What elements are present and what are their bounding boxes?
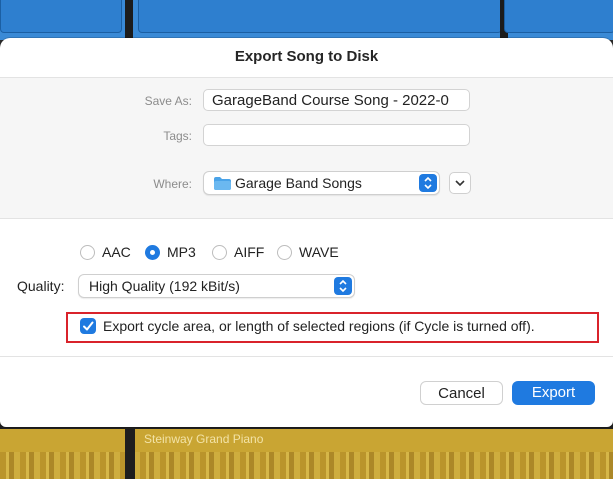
quality-value: High Quality (192 kBit/s) <box>89 278 240 294</box>
track-divider <box>125 0 133 40</box>
cycle-checkbox[interactable] <box>80 318 96 334</box>
quality-label: Quality: <box>17 278 65 294</box>
chevron-up-down-icon <box>419 174 437 192</box>
format-label: WAVE <box>299 244 339 260</box>
dialog-title: Export Song to Disk <box>234 48 379 65</box>
cycle-checkbox-label[interactable]: Export cycle area, or length of selected… <box>103 318 535 334</box>
format-label: AIFF <box>234 244 265 260</box>
save-as-label: Save As: <box>144 94 192 108</box>
audio-region <box>138 0 502 33</box>
chevron-down-icon <box>455 180 465 187</box>
export-button[interactable]: Export <box>512 381 595 405</box>
tags-field[interactable] <box>203 124 470 146</box>
divider <box>0 356 613 357</box>
expand-button[interactable] <box>449 172 471 194</box>
track-divider <box>125 425 135 479</box>
radio-button[interactable] <box>277 245 292 260</box>
where-value: Garage Band Songs <box>235 175 362 191</box>
file-settings-section: Save As: GarageBand Course Song - 2022-0… <box>0 77 613 219</box>
audio-region <box>504 0 613 33</box>
folder-icon <box>214 177 231 190</box>
export-dialog: Export Song to Disk Save As: GarageBand … <box>0 38 613 427</box>
format-label: MP3 <box>167 244 196 260</box>
checkmark-icon <box>83 321 94 331</box>
midi-notes <box>0 452 613 479</box>
where-label: Where: <box>153 177 192 191</box>
radio-button[interactable] <box>80 245 95 260</box>
chevron-up-down-icon <box>334 277 352 295</box>
tags-label: Tags: <box>163 129 192 143</box>
save-as-field[interactable]: GarageBand Course Song - 2022-0 <box>203 89 470 111</box>
track-region-label: Steinway Grand Piano <box>144 432 264 446</box>
where-popup[interactable]: Garage Band Songs <box>203 171 440 195</box>
format-label: AAC <box>102 244 131 260</box>
radio-button-selected[interactable] <box>145 245 160 260</box>
audio-region <box>0 0 122 33</box>
quality-popup[interactable]: High Quality (192 kBit/s) <box>78 274 355 298</box>
cancel-button[interactable]: Cancel <box>420 381 503 405</box>
radio-button[interactable] <box>212 245 227 260</box>
